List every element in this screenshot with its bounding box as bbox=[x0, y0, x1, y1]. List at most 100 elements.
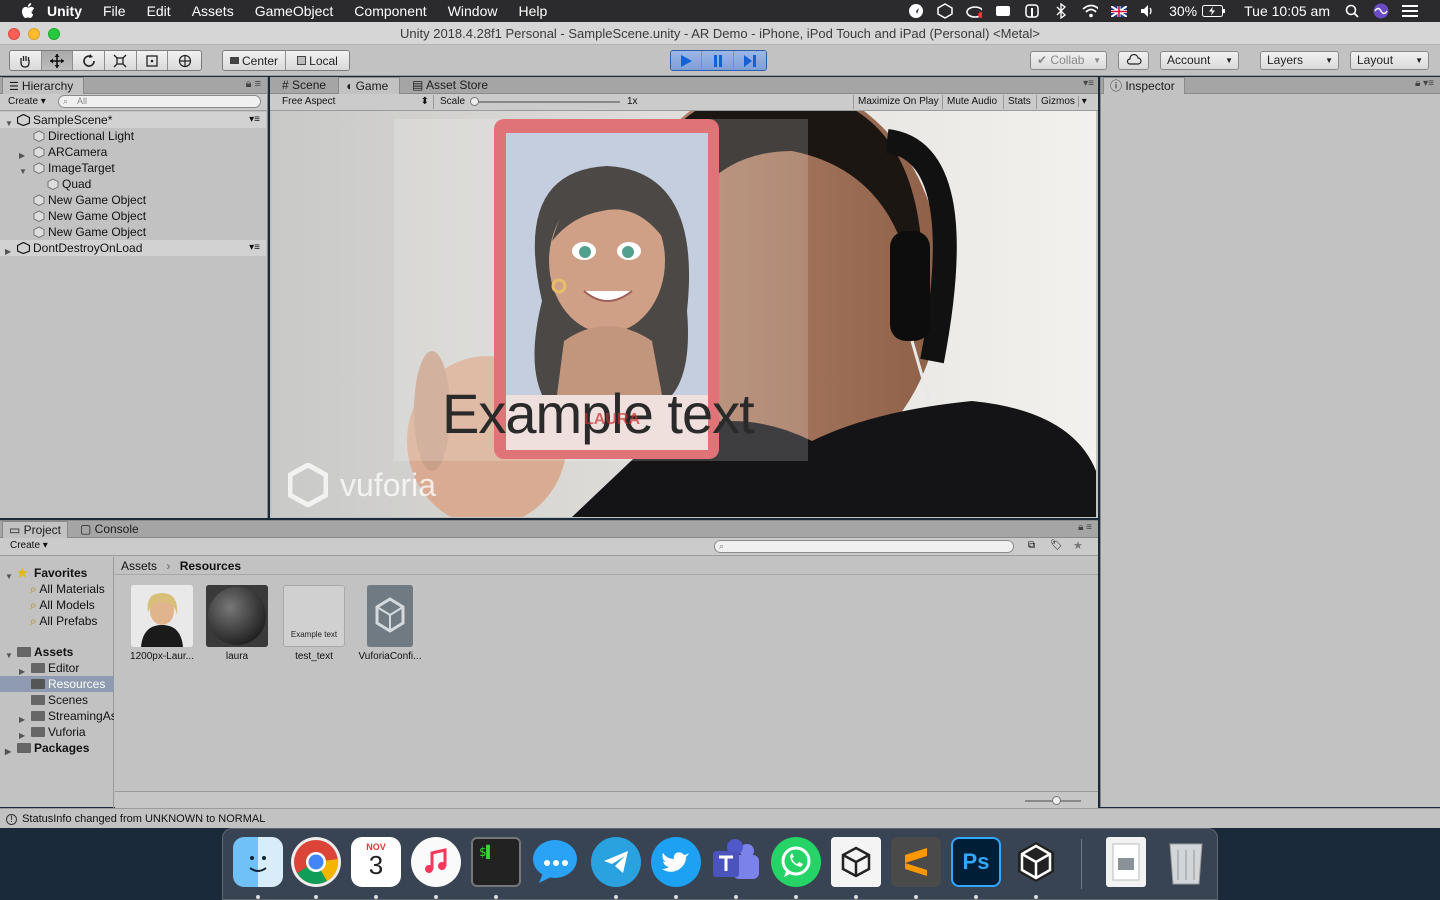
clock[interactable]: Tue 10:05 am bbox=[1244, 3, 1330, 19]
preview-document-icon[interactable] bbox=[1106, 837, 1146, 887]
favorite-item[interactable]: ⌕ All Materials bbox=[30, 581, 105, 597]
asset-folder[interactable]: Scenes bbox=[0, 692, 114, 708]
menu-assets[interactable]: Assets bbox=[192, 3, 234, 19]
asset-tile[interactable]: 1200px-Laur... bbox=[124, 585, 200, 662]
unity-status-icon[interactable] bbox=[937, 3, 953, 19]
pause-button[interactable] bbox=[702, 51, 734, 70]
move-tool-button[interactable] bbox=[41, 51, 74, 70]
stats-toggle[interactable]: Stats bbox=[1003, 95, 1035, 109]
asset-tile[interactable]: Example text test_text bbox=[276, 585, 352, 662]
apple-icon[interactable] bbox=[19, 2, 37, 20]
spotlight-search-icon[interactable] bbox=[1344, 3, 1360, 19]
mute-audio-toggle[interactable]: Mute Audio bbox=[942, 95, 1001, 109]
hierarchy-item[interactable]: ▼ ImageTarget bbox=[0, 160, 266, 176]
tab-game[interactable]: ◖ Game bbox=[338, 77, 400, 94]
dontdestroy-scene-header[interactable]: ▶ DontDestroyOnLoad ▾≡ bbox=[0, 240, 266, 256]
menu-window[interactable]: Window bbox=[448, 3, 498, 19]
icon-size-slider-handle[interactable] bbox=[1052, 796, 1061, 805]
account-dropdown[interactable]: Account ▼ bbox=[1160, 51, 1239, 70]
hierarchy-item[interactable]: New Game Object bbox=[0, 192, 266, 208]
filter-by-label-icon[interactable]: 🏷︎ bbox=[1050, 540, 1063, 551]
hierarchy-item[interactable]: Quad bbox=[0, 176, 266, 192]
terminal-icon[interactable]: $▌ bbox=[471, 837, 521, 887]
tab-asset-store[interactable]: ▤ Asset Store bbox=[406, 77, 496, 94]
tab-scene[interactable]: # Scene bbox=[276, 77, 338, 94]
volume-icon[interactable] bbox=[1140, 3, 1156, 19]
scene-header[interactable]: ▼ SampleScene* ▾≡ bbox=[0, 112, 266, 128]
asset-tile[interactable]: laura bbox=[199, 585, 275, 662]
asset-folder[interactable]: ▶ Editor bbox=[0, 660, 114, 676]
telegram-icon[interactable] bbox=[591, 837, 641, 887]
transform-all-tool-button[interactable] bbox=[168, 51, 201, 70]
music-icon[interactable] bbox=[411, 837, 461, 887]
project-search-input[interactable]: ⌕ bbox=[714, 540, 1014, 553]
tab-hierarchy[interactable]: ☰ Hierarchy bbox=[2, 77, 84, 94]
collab-dropdown[interactable]: ✔ Collab ▼ bbox=[1030, 51, 1107, 70]
messenger-icon[interactable] bbox=[531, 837, 581, 887]
minimize-window-button[interactable] bbox=[28, 28, 40, 40]
notification-icon[interactable] bbox=[995, 3, 1011, 19]
scale-slider-track[interactable] bbox=[474, 101, 620, 103]
play-button[interactable] bbox=[671, 51, 703, 70]
hierarchy-item[interactable]: ▶ ARCamera bbox=[0, 144, 266, 160]
favorite-item[interactable]: ⌕ All Models bbox=[30, 597, 95, 613]
tab-inspector[interactable]: ⓘ Inspector bbox=[1103, 77, 1185, 94]
breadcrumb-item-current[interactable]: Resources bbox=[180, 559, 241, 573]
status-message[interactable]: StatusInfo changed from UNKNOWN to NORMA… bbox=[22, 813, 265, 825]
scale-slider-handle[interactable] bbox=[470, 97, 479, 106]
panel-menu-icon[interactable]: 🔒︎ ▾≡ bbox=[1415, 78, 1434, 89]
rect-tool-button[interactable] bbox=[136, 51, 169, 70]
project-create-dropdown[interactable]: Create ▾ bbox=[6, 539, 52, 553]
layers-dropdown[interactable]: Layers ▼ bbox=[1260, 51, 1339, 70]
aspect-dropdown[interactable]: Free Aspect ⬍ bbox=[278, 95, 434, 109]
maximize-on-play-toggle[interactable]: Maximize On Play bbox=[853, 95, 943, 109]
pivot-center-button[interactable]: Center bbox=[223, 51, 287, 70]
elephant-icon[interactable] bbox=[1024, 3, 1040, 19]
panel-menu-icon[interactable]: 🔒︎ ≡ bbox=[1078, 522, 1092, 533]
hand-tool-button[interactable] bbox=[10, 51, 42, 70]
asset-folder-selected[interactable]: Resources bbox=[0, 676, 114, 692]
hierarchy-item[interactable]: New Game Object bbox=[0, 224, 266, 240]
scene-menu-icon[interactable]: ▾≡ bbox=[249, 112, 260, 128]
packages-root[interactable]: ▶ Packages bbox=[0, 740, 114, 756]
menu-file[interactable]: File bbox=[103, 3, 126, 19]
calendar-icon[interactable]: NOV 3 bbox=[351, 837, 401, 887]
chevron-right-icon[interactable]: ▶ bbox=[5, 744, 11, 760]
zoom-window-button[interactable] bbox=[48, 28, 60, 40]
twitter-icon[interactable] bbox=[651, 837, 701, 887]
layout-dropdown[interactable]: Layout ▼ bbox=[1350, 51, 1429, 70]
filter-by-type-icon[interactable]: ⧉ bbox=[1028, 540, 1035, 551]
unity-hub-icon[interactable] bbox=[1011, 837, 1061, 887]
chevron-right-icon[interactable]: ▶ bbox=[19, 712, 25, 724]
close-window-button[interactable] bbox=[8, 28, 20, 40]
favorites-header[interactable]: ▼ ★ Favorites bbox=[0, 565, 114, 581]
favorite-star-icon[interactable]: ★ bbox=[1073, 539, 1083, 552]
hierarchy-item[interactable]: Directional Light bbox=[0, 128, 266, 144]
hierarchy-create-dropdown[interactable]: Create ▾ bbox=[4, 95, 50, 109]
assets-root[interactable]: ▼ Assets bbox=[0, 644, 114, 660]
unity-icon[interactable] bbox=[831, 837, 881, 887]
whatsapp-icon[interactable] bbox=[771, 837, 821, 887]
bluetooth-icon[interactable] bbox=[1053, 3, 1069, 19]
finder-icon[interactable] bbox=[233, 837, 283, 887]
breadcrumb-item[interactable]: Assets bbox=[121, 559, 157, 573]
scene-menu-icon[interactable]: ▾≡ bbox=[249, 240, 260, 256]
asset-folder[interactable]: ▶ StreamingAs bbox=[0, 708, 114, 724]
trash-icon[interactable] bbox=[1161, 837, 1211, 887]
siri-icon[interactable] bbox=[1373, 3, 1389, 19]
navigation-icon[interactable] bbox=[908, 3, 924, 19]
battery-icon[interactable] bbox=[1201, 3, 1227, 19]
wifi-icon[interactable] bbox=[1082, 3, 1099, 19]
menu-component[interactable]: Component bbox=[354, 3, 426, 19]
chrome-icon[interactable] bbox=[291, 837, 341, 887]
chevron-right-icon[interactable]: ▶ bbox=[5, 244, 11, 260]
gizmos-dropdown[interactable]: Gizmos ▾ bbox=[1036, 95, 1091, 109]
notification-center-icon[interactable] bbox=[1402, 3, 1418, 19]
creative-cloud-icon[interactable] bbox=[966, 3, 983, 19]
photoshop-icon[interactable]: Ps bbox=[951, 837, 1001, 887]
menu-gameobject[interactable]: GameObject bbox=[255, 3, 334, 19]
hierarchy-search-input[interactable]: ⌕ All bbox=[58, 95, 261, 108]
panel-menu-icon[interactable]: ▾≡ bbox=[1083, 78, 1094, 89]
step-button[interactable] bbox=[733, 51, 766, 70]
menu-help[interactable]: Help bbox=[518, 3, 547, 19]
